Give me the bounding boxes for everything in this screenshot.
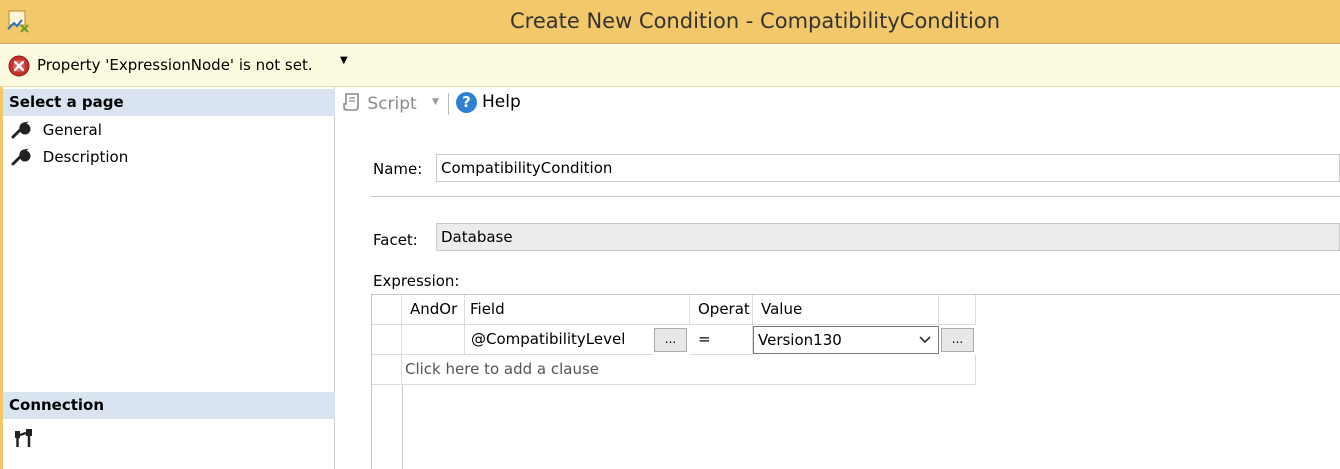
error-icon xyxy=(8,55,30,77)
wrench-icon xyxy=(11,147,31,165)
error-message: Property 'ExpressionNode' is not set. xyxy=(37,56,313,74)
row-header-cell xyxy=(372,325,402,355)
select-page-header: Select a page xyxy=(3,89,335,116)
value-ellipsis-button[interactable]: ... xyxy=(941,328,974,352)
row-header-cell xyxy=(372,295,402,325)
help-label: Help xyxy=(482,92,521,112)
field-ellipsis-button[interactable]: ... xyxy=(654,328,687,352)
toolbar-separator xyxy=(448,93,449,115)
name-label: Name: xyxy=(373,160,423,178)
left-pane: Select a page General Description Connec… xyxy=(0,87,335,469)
script-label: Script xyxy=(367,94,417,114)
chevron-down-icon xyxy=(919,336,931,344)
column-header-andor[interactable]: AndOr xyxy=(402,295,465,325)
column-header-blank xyxy=(939,295,976,325)
connection-icon[interactable] xyxy=(13,427,37,449)
field-cell[interactable]: @CompatibilityLevel xyxy=(465,325,653,355)
help-button[interactable]: ? Help xyxy=(456,92,521,113)
message-bar[interactable]: Property 'ExpressionNode' is not set. ▼ xyxy=(0,45,1340,87)
message-dropdown-arrow-icon[interactable]: ▼ xyxy=(340,55,348,66)
column-header-field[interactable]: Field xyxy=(465,295,653,325)
page-item-description[interactable]: Description xyxy=(10,144,128,168)
grid-column-divider xyxy=(402,385,403,469)
operator-cell[interactable]: = xyxy=(690,325,753,355)
add-clause-row[interactable]: Click here to add a clause xyxy=(402,355,976,385)
column-header-operator[interactable]: Operat xyxy=(690,295,753,325)
toolbar: Script ▼ ? Help xyxy=(336,87,1340,121)
value-combobox-text: Version130 xyxy=(758,331,842,349)
column-header-blank xyxy=(653,295,690,325)
help-icon: ? xyxy=(456,92,477,113)
window-title: Create New Condition - CompatibilityCond… xyxy=(509,9,1000,33)
title-bar: Create New Condition - CompatibilityCond… xyxy=(0,0,1340,44)
row-header-cell xyxy=(372,355,402,385)
main-panel: Script ▼ ? Help Name: CompatibilityCondit… xyxy=(336,87,1340,469)
script-dropdown-icon[interactable]: ▼ xyxy=(432,97,439,107)
page-item-general[interactable]: General xyxy=(10,117,102,141)
divider xyxy=(371,196,1340,197)
page-item-label: General xyxy=(42,120,102,139)
script-icon xyxy=(343,93,359,111)
connection-header: Connection xyxy=(3,392,335,419)
column-header-value[interactable]: Value xyxy=(753,295,939,325)
script-button[interactable]: Script xyxy=(342,92,417,114)
expression-label: Expression: xyxy=(373,272,460,290)
name-input[interactable]: CompatibilityCondition xyxy=(436,154,1340,182)
wrench-icon xyxy=(11,120,31,138)
expression-grid[interactable]: AndOr Field Operat Value @CompatibilityL… xyxy=(371,294,1340,469)
andor-cell[interactable] xyxy=(402,325,465,355)
facet-label: Facet: xyxy=(373,231,418,249)
value-combobox[interactable]: Version130 xyxy=(753,326,939,354)
page-item-label: Description xyxy=(42,147,129,166)
facet-field[interactable]: Database xyxy=(436,223,1340,251)
